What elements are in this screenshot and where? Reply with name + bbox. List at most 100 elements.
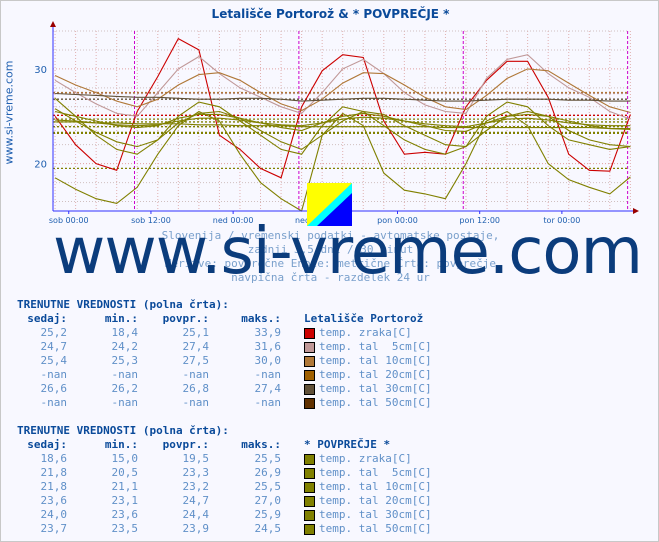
value-cell: 24,7 [182, 494, 210, 507]
legend-swatch [304, 398, 315, 409]
value-cell: -nan [40, 396, 68, 409]
value-cell: -nan [254, 396, 282, 409]
value-cell: 25,4 [40, 354, 68, 367]
table-row: 24,0 23,6 24,4 25,9 temp. tal 30cm[C] [17, 508, 432, 522]
y-axis-arrow [50, 21, 56, 27]
legend-swatch [304, 468, 315, 479]
value-cell: 15,0 [111, 452, 139, 465]
value-cell: 18,6 [40, 452, 68, 465]
value-cell: 21,8 [40, 466, 68, 479]
table-row: 21,8 20,5 23,3 26,9 temp. tal 5cm[C] [17, 466, 432, 480]
value-cell: 23,1 [111, 494, 139, 507]
value-cell: -nan [182, 368, 210, 381]
value-cell: 27,4 [182, 340, 210, 353]
value-cell: 23,6 [40, 494, 68, 507]
value-cell: -nan [254, 368, 282, 381]
legend-label: temp. tal 10cm[C] [319, 480, 432, 493]
value-cell: 23,7 [40, 522, 68, 535]
column-header: sedaj: [27, 312, 67, 325]
value-cell: 26,6 [40, 382, 68, 395]
table-row: 24,7 24,2 27,4 31,6 temp. tal 5cm[C] [17, 340, 432, 354]
value-cell: 25,5 [254, 480, 282, 493]
legend-swatch [304, 328, 315, 339]
column-header: min.: [104, 438, 138, 451]
value-cell: 27,0 [254, 494, 282, 507]
value-cell: 23,3 [182, 466, 210, 479]
legend-swatch [304, 370, 315, 381]
station-name: * POVPREČJE * [304, 438, 391, 451]
legend-label: temp. tal 50cm[C] [319, 396, 432, 409]
value-cell: 21,1 [111, 480, 139, 493]
column-header: povpr.: [162, 438, 209, 451]
value-cell: -nan [111, 396, 139, 409]
table-row: 21,8 21,1 23,2 25,5 temp. tal 10cm[C] [17, 480, 432, 494]
table-row: 18,6 15,0 19,5 25,5 temp. zraka[C] [17, 452, 412, 466]
value-cell: 25,2 [40, 326, 68, 339]
value-cell: 19,5 [182, 452, 210, 465]
watermark: www.si-vreme.com [53, 215, 643, 289]
value-cell: 18,4 [111, 326, 139, 339]
value-cell: 25,9 [254, 508, 282, 521]
legend-label: temp. tal 5cm[C] [319, 340, 432, 353]
legend-swatch [304, 524, 315, 535]
station-name: Letališče Portorož [304, 312, 424, 325]
legend-label: temp. tal 50cm[C] [319, 522, 432, 535]
legend-swatch [304, 342, 315, 353]
table-header-row: sedaj: min.: povpr.: maks.: Letališče Portor… [17, 312, 423, 326]
column-header: maks.: [241, 438, 281, 451]
x-axis-arrow [633, 208, 639, 214]
legend-swatch [304, 510, 315, 521]
value-cell: -nan [40, 368, 68, 381]
value-cell: 27,5 [182, 354, 210, 367]
legend-swatch [304, 482, 315, 493]
value-cell: 25,3 [111, 354, 139, 367]
table-heading: TRENUTNE VREDNOSTI (polna črta): [17, 424, 229, 437]
y-tick-label: 30 [34, 65, 47, 76]
value-cell: 23,9 [182, 522, 210, 535]
legend-swatch [304, 384, 315, 395]
legend-swatch [304, 454, 315, 465]
value-cell: 26,9 [254, 466, 282, 479]
value-cell: 24,5 [254, 522, 282, 535]
value-cell: 26,2 [111, 382, 139, 395]
column-header: sedaj: [27, 438, 67, 451]
value-cell: 20,5 [111, 466, 139, 479]
value-cell: 31,6 [254, 340, 282, 353]
column-header: maks.: [241, 312, 281, 325]
column-header: povpr.: [162, 312, 209, 325]
legend-label: temp. zraka[C] [319, 452, 412, 465]
value-cell: 24,2 [111, 340, 139, 353]
legend-label: temp. tal 10cm[C] [319, 354, 432, 367]
value-cell: 33,9 [254, 326, 282, 339]
average-table: TRENUTNE VREDNOSTI (polna črta): sedaj: mi… [17, 424, 432, 536]
legend-label: temp. tal 30cm[C] [319, 382, 432, 395]
table-row: 25,4 25,3 27,5 30,0 temp. tal 10cm[C] [17, 354, 432, 368]
column-header: min.: [104, 312, 138, 325]
table-heading: TRENUTNE VREDNOSTI (polna črta): [17, 298, 229, 311]
table-row: -nan -nan -nan -nan temp. tal 20cm[C] [17, 368, 432, 382]
legend-swatch [304, 356, 315, 367]
value-cell: 24,0 [40, 508, 68, 521]
legend-label: temp. zraka[C] [319, 326, 412, 339]
value-cell: 23,5 [111, 522, 139, 535]
value-cell: -nan [111, 368, 139, 381]
value-cell: 25,5 [254, 452, 282, 465]
value-cell: 21,8 [40, 480, 68, 493]
table-row: 26,6 26,2 26,8 27,4 temp. tal 30cm[C] [17, 382, 432, 396]
value-cell: 26,8 [182, 382, 210, 395]
legend-label: temp. tal 20cm[C] [319, 494, 432, 507]
value-cell: 23,6 [111, 508, 139, 521]
value-cell: 25,1 [182, 326, 210, 339]
site-logo [307, 183, 352, 226]
legend-swatch [304, 496, 315, 507]
legend-label: temp. tal 30cm[C] [319, 508, 432, 521]
table-row: 23,7 23,5 23,9 24,5 temp. tal 50cm[C] [17, 522, 432, 536]
table-header-row: sedaj: min.: povpr.: maks.: * POVPREČJE * [17, 438, 390, 452]
y-tick-label: 20 [34, 160, 47, 171]
table-row: -nan -nan -nan -nan temp. tal 50cm[C] [17, 396, 432, 410]
station-table: TRENUTNE VREDNOSTI (polna črta): sedaj: mi… [17, 298, 432, 410]
value-cell: 24,4 [182, 508, 210, 521]
value-cell: 23,2 [182, 480, 210, 493]
value-cell: -nan [182, 396, 210, 409]
legend-label: temp. tal 5cm[C] [319, 466, 432, 479]
